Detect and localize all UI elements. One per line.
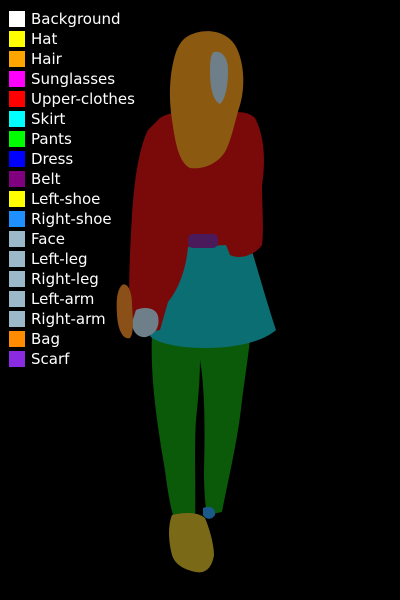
legend-label: Belt — [31, 170, 61, 188]
legend: Background Hat Hair Sunglasses Upper-clo… — [9, 9, 135, 369]
legend-swatch — [9, 91, 25, 107]
legend-label: Pants — [31, 130, 72, 148]
legend-swatch — [9, 131, 25, 147]
legend-label: Background — [31, 10, 121, 28]
legend-label: Left-leg — [31, 250, 88, 268]
legend-swatch — [9, 51, 25, 67]
legend-swatch — [9, 271, 25, 287]
legend-item: Right-arm — [9, 309, 135, 329]
legend-label: Scarf — [31, 350, 70, 368]
legend-item: Right-shoe — [9, 209, 135, 229]
legend-label: Hat — [31, 30, 58, 48]
legend-item: Bag — [9, 329, 135, 349]
legend-label: Right-leg — [31, 270, 99, 288]
legend-item: Left-arm — [9, 289, 135, 309]
legend-swatch — [9, 291, 25, 307]
legend-label: Bag — [31, 330, 61, 348]
legend-item: Hair — [9, 49, 135, 69]
legend-swatch — [9, 351, 25, 367]
legend-item: Background — [9, 9, 135, 29]
belt-region — [188, 234, 218, 248]
legend-label: Face — [31, 230, 65, 248]
legend-label: Dress — [31, 150, 74, 168]
legend-swatch — [9, 231, 25, 247]
legend-item: Scarf — [9, 349, 135, 369]
legend-label: Right-arm — [31, 310, 106, 328]
legend-label: Skirt — [31, 110, 66, 128]
legend-swatch — [9, 211, 25, 227]
legend-item: Skirt — [9, 109, 135, 129]
legend-swatch — [9, 331, 25, 347]
legend-label: Left-shoe — [31, 190, 101, 208]
legend-item: Left-leg — [9, 249, 135, 269]
legend-swatch — [9, 171, 25, 187]
legend-swatch — [9, 251, 25, 267]
legend-item: Dress — [9, 149, 135, 169]
legend-label: Right-shoe — [31, 210, 112, 228]
legend-swatch — [9, 71, 25, 87]
legend-swatch — [9, 11, 25, 27]
legend-item: Left-shoe — [9, 189, 135, 209]
legend-label: Left-arm — [31, 290, 95, 308]
legend-item: Face — [9, 229, 135, 249]
legend-swatch — [9, 311, 25, 327]
legend-swatch — [9, 31, 25, 47]
legend-item: Hat — [9, 29, 135, 49]
legend-swatch — [9, 191, 25, 207]
legend-swatch — [9, 151, 25, 167]
legend-item: Sunglasses — [9, 69, 135, 89]
legend-label: Upper-clothes — [31, 90, 135, 108]
legend-item: Belt — [9, 169, 135, 189]
legend-swatch — [9, 111, 25, 127]
legend-item: Pants — [9, 129, 135, 149]
legend-label: Sunglasses — [31, 70, 116, 88]
legend-item: Upper-clothes — [9, 89, 135, 109]
legend-label: Hair — [31, 50, 62, 68]
legend-item: Right-leg — [9, 269, 135, 289]
